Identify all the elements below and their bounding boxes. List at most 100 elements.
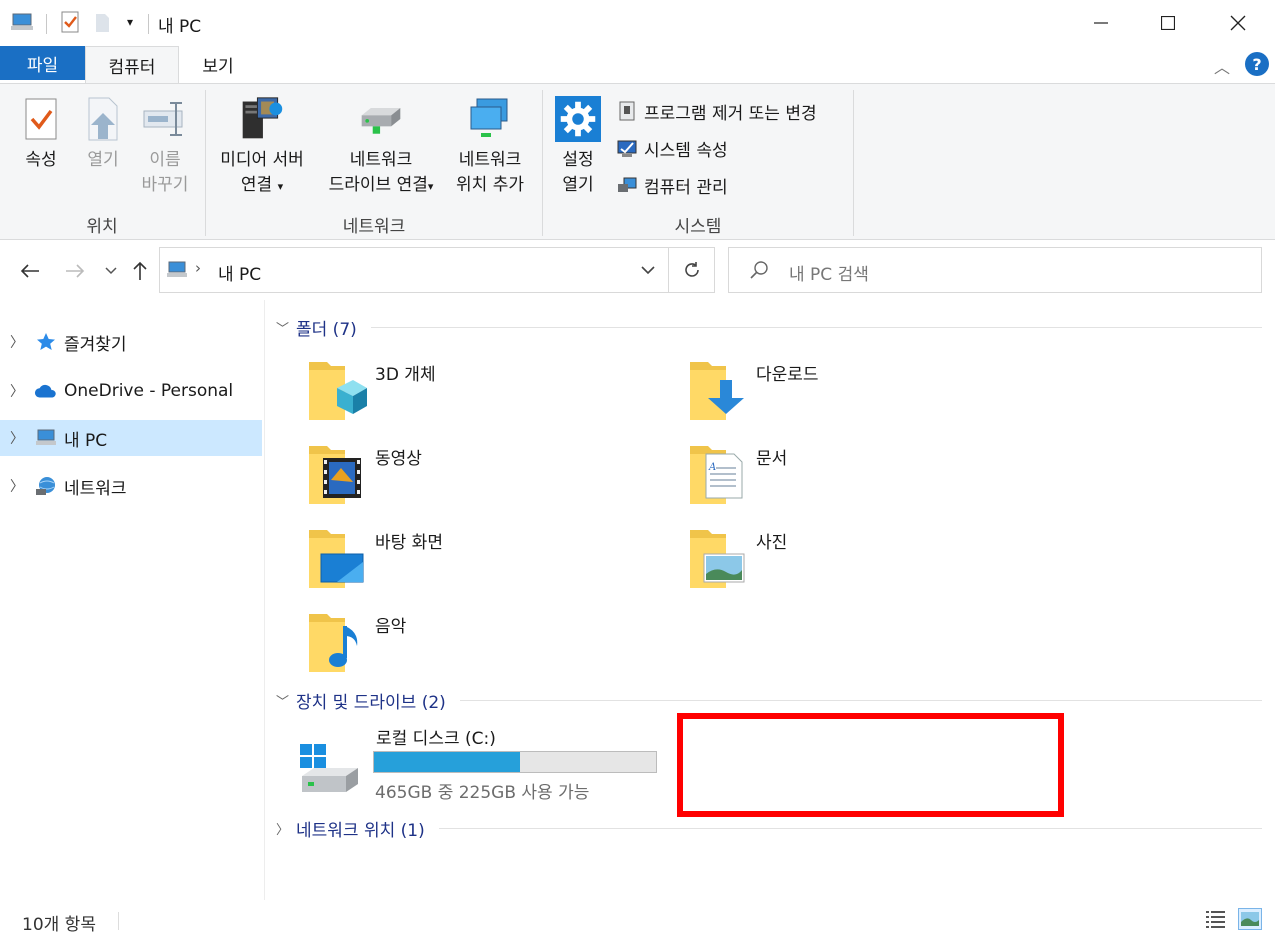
divider [459, 699, 1262, 701]
properties-button[interactable]: 속성 [14, 94, 68, 173]
group-label-location: 위치 [86, 217, 118, 237]
divider [853, 90, 854, 236]
videos-folder-icon [309, 446, 361, 504]
media-server-button[interactable]: 미디어 서버 연결 ▾ [210, 94, 314, 199]
computer-management-button[interactable]: 컴퓨터 관리 [616, 170, 817, 200]
breadcrumb-separator-icon[interactable]: › [195, 259, 201, 277]
network-drive-icon [358, 94, 404, 144]
properties-icon [18, 94, 64, 144]
expand-chevron-icon[interactable]: 〉 [0, 381, 34, 401]
system-properties-button[interactable]: 시스템 속성 [616, 133, 817, 163]
collapse-ribbon-icon[interactable]: ︿ [1214, 54, 1230, 78]
desktop-folder-icon [309, 530, 364, 588]
expand-chevron-icon[interactable]: 〉 [276, 819, 296, 838]
folder-item-documents[interactable]: A 문서 [688, 440, 1068, 520]
uninstall-program-button[interactable]: 프로그램 제거 또는 변경 [616, 96, 817, 126]
close-button[interactable] [1203, 0, 1273, 46]
nav-item-this-pc[interactable]: 〉 내 PC [0, 420, 262, 456]
highlight-box [677, 713, 1064, 817]
folder-item-pictures[interactable]: 사진 [688, 524, 1068, 604]
rename-icon [142, 94, 188, 144]
collapse-chevron-icon[interactable]: ﹀ [276, 691, 296, 710]
pane-divider[interactable] [264, 300, 265, 900]
help-icon[interactable]: ? [1245, 52, 1269, 76]
open-settings-button[interactable]: 설정 열기 [550, 94, 606, 198]
details-view-icon[interactable] [1205, 908, 1227, 930]
folders-group-header[interactable]: ﹀ 폴더 (7) [276, 315, 1262, 340]
dropdown-arrow-icon: ▾ [427, 180, 434, 193]
breadcrumb-item[interactable]: 내 PC [218, 260, 261, 285]
svg-text:A: A [708, 462, 716, 473]
drive-name: 로컬 디스크 (C:) [376, 729, 496, 749]
map-network-drive-button[interactable]: 네트워크 드라이브 연결▾ [318, 94, 444, 199]
customize-toolbar-icon[interactable]: ▾ [118, 10, 142, 34]
divider [118, 912, 119, 930]
system-small-commands: 프로그램 제거 또는 변경 시스템 속성 컴퓨터 관리 [616, 96, 817, 200]
local-disk-icon [300, 744, 358, 792]
maximize-button[interactable] [1133, 0, 1203, 46]
properties-quick-icon[interactable] [58, 10, 82, 34]
up-button[interactable] [125, 256, 155, 286]
large-icons-view-icon[interactable] [1238, 908, 1262, 930]
pictures-folder-icon [690, 530, 745, 588]
rename-button[interactable]: 이름 바꾸기 [136, 94, 194, 198]
documents-folder-icon: A [690, 446, 743, 504]
tab-computer[interactable]: 컴퓨터 [85, 46, 179, 84]
computer-icon[interactable] [10, 10, 34, 34]
ribbon: 속성 열기 이름 바꾸기 위치 미디어 서버 연결 ▾ 네트워크 드라이브 연결… [0, 83, 1275, 240]
expand-chevron-icon[interactable]: 〉 [0, 476, 34, 496]
status-item-count: 10개 항목 [22, 915, 96, 935]
uninstall-icon [619, 101, 635, 121]
back-button[interactable] [15, 256, 45, 286]
forward-button[interactable] [60, 256, 90, 286]
search-input[interactable]: 내 PC 검색 [789, 260, 869, 285]
folder-item-desktop[interactable]: 바탕 화면 [307, 524, 687, 604]
search-box[interactable]: 내 PC 검색 [728, 247, 1262, 293]
nav-item-onedrive[interactable]: 〉 OneDrive - Personal [0, 373, 262, 409]
add-network-location-button[interactable]: 네트워크 위치 추가 [448, 94, 532, 198]
tab-file[interactable]: 파일 [0, 46, 85, 80]
folder-item-music[interactable]: 음악 [307, 608, 687, 688]
network-icon [34, 474, 58, 498]
network-locations-group-header[interactable]: 〉 네트워크 위치 (1) [276, 816, 1262, 841]
folder-item-3d-objects[interactable]: 3D 개체 [307, 356, 687, 436]
computer-icon [34, 426, 58, 450]
open-button[interactable]: 열기 [76, 94, 130, 173]
network-location-icon [467, 94, 513, 144]
drive-free-space: 465GB 중 225GB 사용 가능 [375, 783, 590, 803]
address-bar[interactable]: › 내 PC [159, 247, 715, 293]
3d-objects-folder-icon [309, 362, 367, 420]
divider [46, 14, 47, 34]
drive-usage-fill [374, 752, 520, 772]
refresh-icon[interactable] [672, 256, 712, 284]
drive-usage-bar [373, 751, 657, 773]
star-icon [34, 330, 58, 354]
collapse-chevron-icon[interactable]: ﹀ [276, 318, 296, 337]
nav-item-network[interactable]: 〉 네트워크 [0, 468, 262, 504]
divider [668, 248, 669, 292]
computer-management-icon [618, 177, 637, 192]
nav-item-quick-access[interactable]: 〉 즐겨찾기 [0, 324, 262, 360]
folder-item-downloads[interactable]: 다운로드 [688, 356, 1068, 436]
divider [438, 827, 1262, 829]
window-title: 내 PC [158, 17, 202, 37]
expand-chevron-icon[interactable]: 〉 [0, 428, 34, 448]
downloads-folder-icon [690, 362, 744, 420]
system-properties-icon [617, 140, 637, 157]
folder-item-videos[interactable]: 동영상 [307, 440, 687, 520]
onedrive-cloud-icon [34, 379, 58, 403]
new-folder-quick-icon[interactable] [90, 10, 114, 34]
tab-view[interactable]: 보기 [179, 46, 257, 82]
divider [148, 14, 149, 34]
recent-locations-chevron-icon[interactable] [96, 256, 126, 286]
minimize-button[interactable] [1066, 0, 1136, 46]
search-icon [750, 261, 768, 279]
address-dropdown-icon[interactable] [630, 258, 666, 282]
computer-icon [167, 261, 187, 277]
media-server-icon [239, 94, 285, 144]
dropdown-arrow-icon: ▾ [277, 180, 284, 193]
title-bar: ▾ 내 PC [0, 0, 1275, 46]
expand-chevron-icon[interactable]: 〉 [0, 332, 34, 352]
open-icon [80, 94, 126, 144]
devices-group-header[interactable]: ﹀ 장치 및 드라이브 (2) [276, 688, 1262, 713]
